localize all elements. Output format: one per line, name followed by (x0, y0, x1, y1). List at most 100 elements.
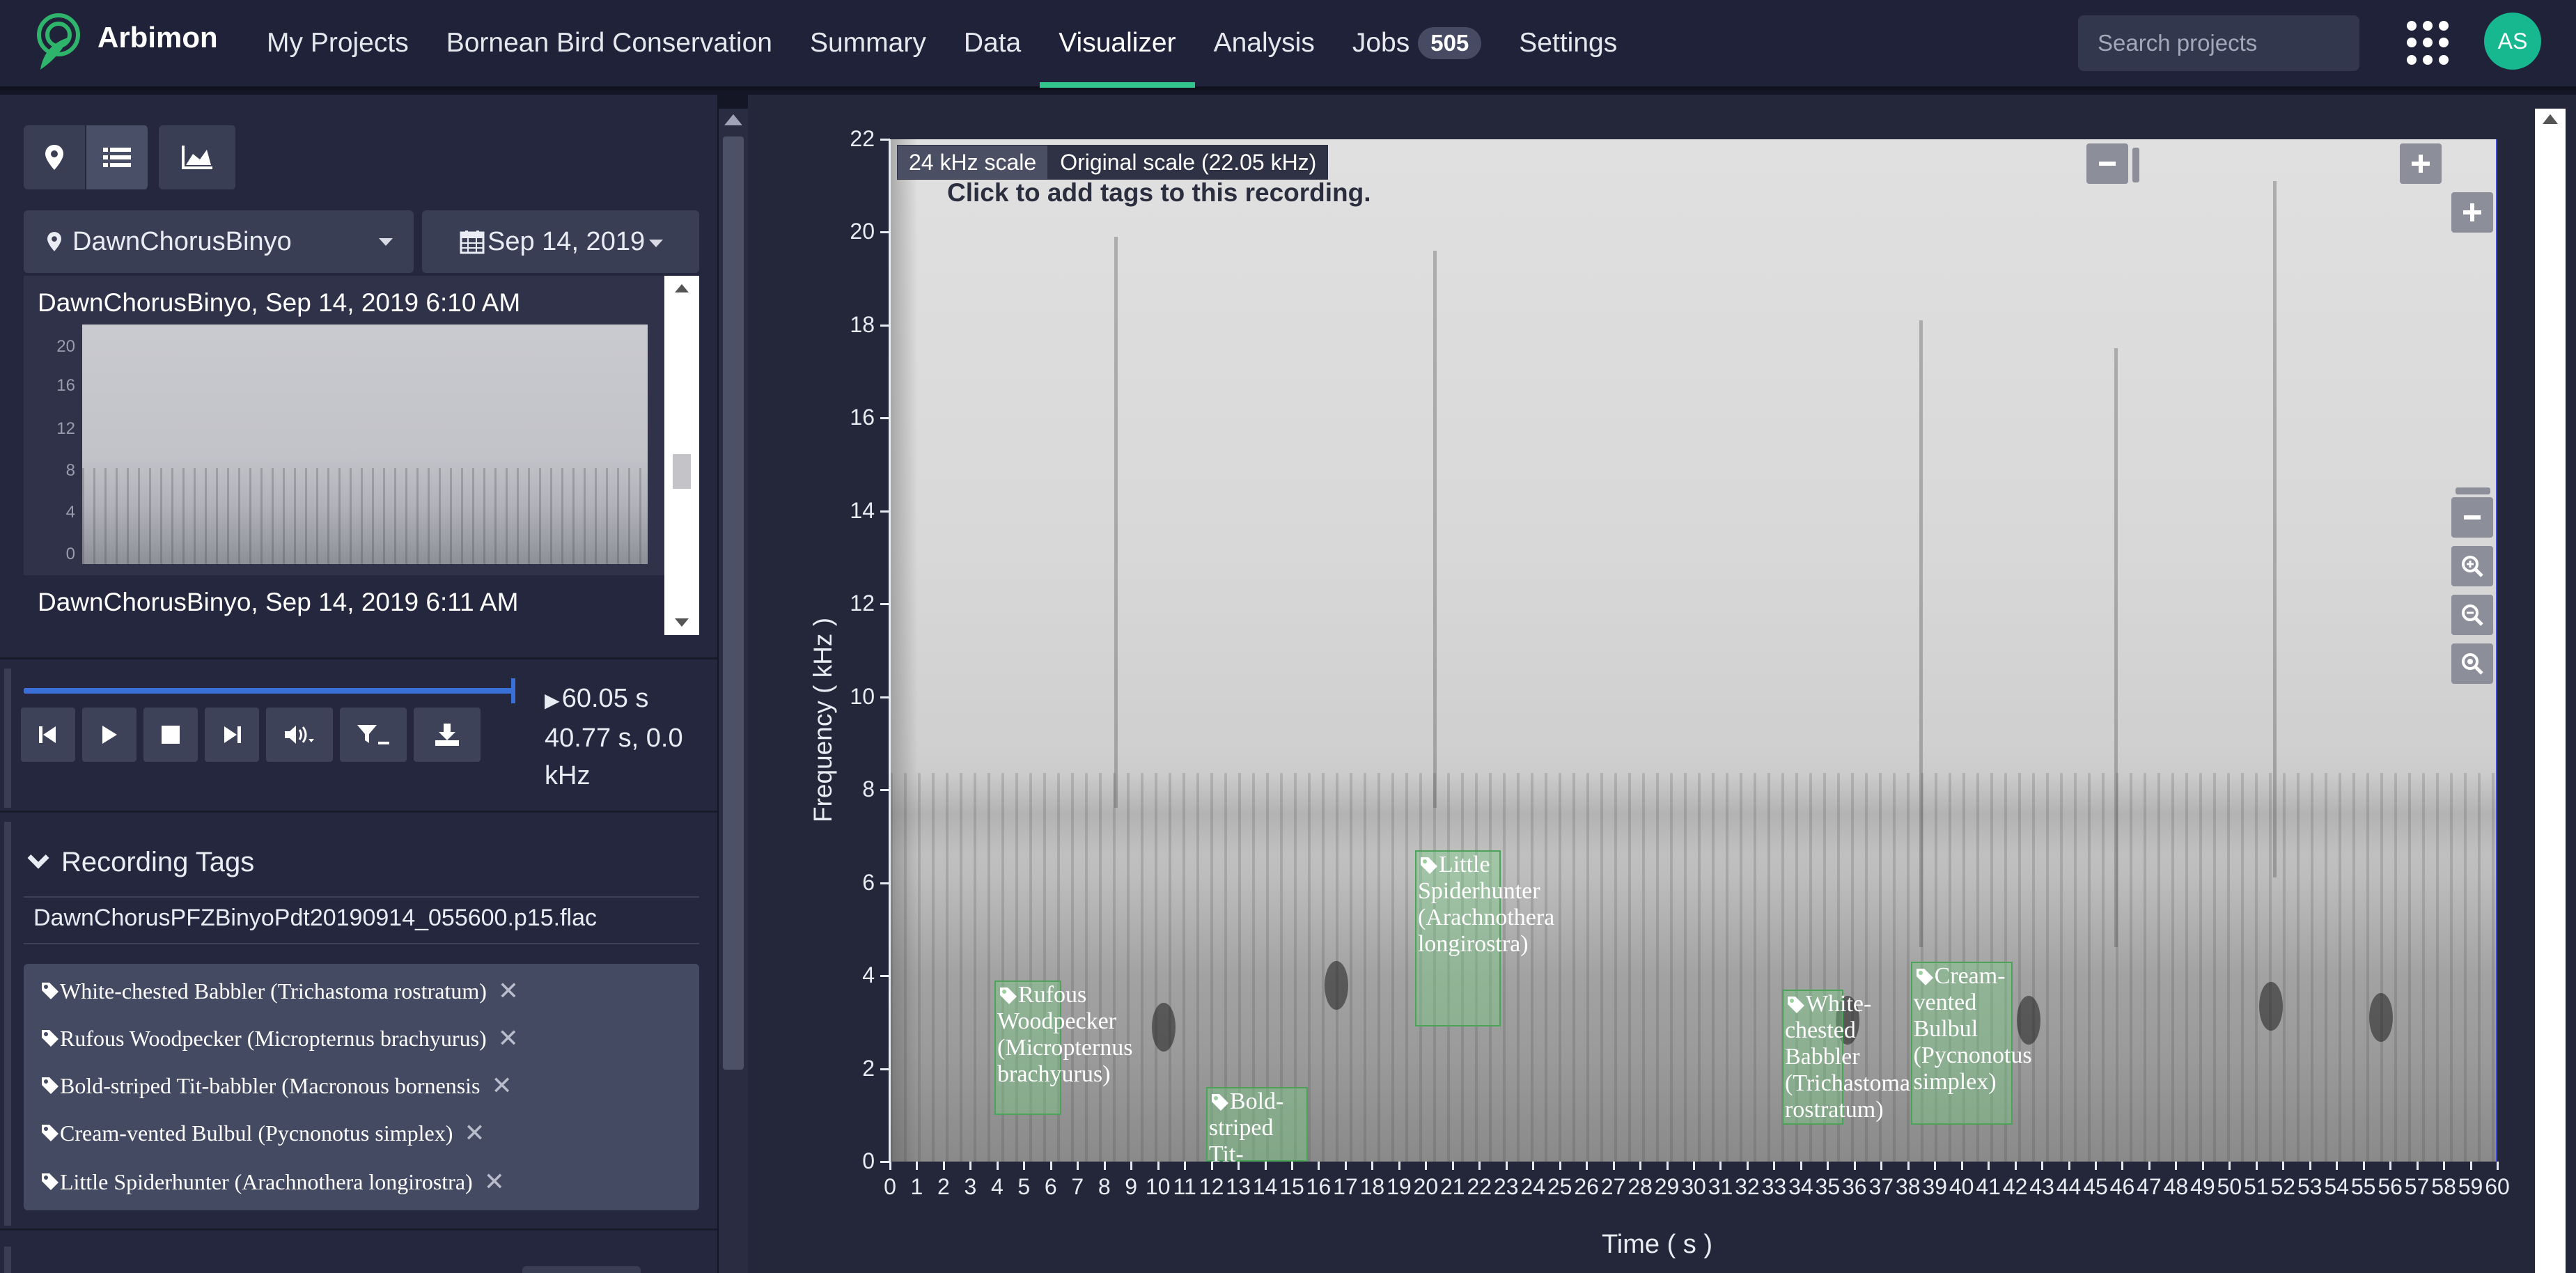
stop-icon (162, 726, 180, 744)
x-axis-tick-label: 58 (2431, 1174, 2456, 1199)
chart-view-button[interactable] (159, 125, 237, 189)
x-axis-tick-label: 54 (2324, 1174, 2349, 1199)
tag-annotation-box[interactable]: Cream- vented Bulbul (Pycnonotus simplex… (1910, 962, 2032, 1125)
zoom-out-y-button[interactable] (2451, 497, 2493, 538)
filter-button[interactable] (340, 708, 407, 762)
x-axis-tick (2469, 1162, 2472, 1170)
thumb-tick-label: 0 (65, 545, 75, 563)
brand-name[interactable]: Arbimon (97, 21, 218, 54)
tag-item[interactable]: Little Spiderhunter (Arachnothera longir… (40, 1167, 505, 1196)
nav-data[interactable]: Data (945, 0, 1040, 86)
zoom-x-slider-handle[interactable] (2132, 148, 2139, 182)
nav-visualizer[interactable]: Visualizer (1040, 0, 1195, 88)
sidebar-scrollbar[interactable] (719, 109, 748, 1273)
site-select[interactable]: DawnChorusBinyo (24, 210, 414, 273)
tag-item[interactable]: Cream-vented Bulbul (Pycnonotus simplex)… (40, 1118, 485, 1148)
search-projects-input[interactable] (2078, 15, 2359, 71)
collapsed-panel-button[interactable] (522, 1266, 641, 1273)
stop-button[interactable] (143, 708, 198, 762)
visualizer-scrollbar[interactable] (2535, 109, 2566, 1273)
x-axis-tick-label: 55 (2350, 1174, 2376, 1199)
y-axis-tick-label: 22 (850, 126, 875, 151)
skip-back-icon (39, 726, 56, 743)
x-axis-tick-label: 39 (1922, 1174, 1947, 1199)
nav-settings[interactable]: Settings (1500, 0, 1636, 86)
nav-my-projects[interactable]: My Projects (248, 0, 428, 86)
nav-jobs[interactable]: Jobs 505 (1334, 0, 1500, 86)
date-select[interactable]: Sep 14, 2019 (422, 210, 699, 273)
recording-list-scrollbar[interactable] (664, 276, 699, 635)
tag-item[interactable]: White-chested Babbler (Trichastoma rostr… (40, 976, 519, 1006)
x-axis-tick-label: 25 (1547, 1174, 1572, 1199)
tag-icon (42, 1030, 58, 1047)
apps-grid-icon[interactable] (2407, 21, 2451, 65)
zoom-out-button[interactable] (2451, 595, 2493, 635)
scale-original-button[interactable]: Original scale (22.05 kHz) (1048, 145, 1329, 180)
list-view-button[interactable] (86, 125, 149, 189)
recording-tags-toggle[interactable]: Recording Tags (24, 846, 254, 878)
x-axis-tick (2282, 1162, 2285, 1170)
nav-analysis[interactable]: Analysis (1195, 0, 1334, 86)
x-axis-tick (2336, 1162, 2339, 1170)
panel-handle[interactable] (4, 669, 11, 808)
x-axis-tick-label: 32 (1735, 1174, 1760, 1199)
download-button[interactable] (414, 708, 481, 762)
x-axis-tick (2068, 1162, 2070, 1170)
recording-item[interactable]: DawnChorusBinyo, Sep 14, 2019 6:10 AM 20… (24, 276, 664, 575)
zoom-y-slider-handle[interactable] (2456, 487, 2490, 494)
remove-tag-icon[interactable]: ✕ (498, 976, 519, 1006)
x-axis-tick (1451, 1162, 1454, 1170)
tag-annotation-box[interactable]: White- chested Babbler (Trichastoma rost… (1781, 990, 1910, 1125)
panel-handle[interactable] (4, 822, 11, 1226)
caret-down-icon (379, 238, 393, 246)
x-axis-tick (1800, 1162, 1802, 1170)
recording-spectrogram-thumbnail[interactable] (82, 325, 648, 564)
zoom-in-x-button[interactable] (2400, 143, 2442, 184)
minus-icon (2464, 515, 2481, 520)
nav-summary[interactable]: Summary (791, 0, 945, 86)
arbimon-logo-icon[interactable] (33, 10, 84, 72)
zoom-reset-button[interactable] (2451, 643, 2493, 684)
remove-tag-icon[interactable]: ✕ (492, 1071, 513, 1100)
skip-forward-button[interactable] (205, 708, 259, 762)
map-view-button[interactable] (24, 125, 86, 189)
user-avatar[interactable]: AS (2484, 13, 2541, 70)
nav-project[interactable]: Bornean Bird Conservation (428, 0, 791, 86)
x-axis-tick-label: 56 (2378, 1174, 2403, 1199)
x-axis-tick-label: 15 (1279, 1174, 1304, 1199)
x-axis-tick-label: 16 (1306, 1174, 1332, 1199)
tag-item[interactable]: Rufous Woodpecker (Micropternus brachyur… (40, 1024, 519, 1053)
tag-annotation-box[interactable]: Bold- striped Tit- babbler (1205, 1087, 1309, 1162)
zoom-in-button[interactable] (2451, 546, 2493, 586)
zoom-out-icon (2462, 604, 2483, 626)
tag-item[interactable]: Bold-striped Tit-babbler (Macronous born… (40, 1071, 513, 1100)
playback-progress-handle[interactable] (511, 678, 515, 703)
x-axis-tick (1907, 1162, 1910, 1170)
x-axis-tick (1077, 1162, 1079, 1170)
chevron-down-icon (27, 846, 49, 869)
view-mode-buttons (24, 125, 237, 189)
tag-icon (42, 1077, 58, 1094)
skip-back-button[interactable] (21, 708, 75, 762)
x-axis-tick (1318, 1162, 1320, 1170)
scale-24khz-button[interactable]: 24 kHz scale (897, 145, 1049, 180)
tag-icon (42, 1125, 58, 1141)
tag-annotation-box[interactable]: Rufous Woodpecker (Micropternus brachyur… (994, 980, 1133, 1116)
remove-tag-icon[interactable]: ✕ (498, 1024, 519, 1053)
play-small-icon: ▶ (545, 689, 560, 711)
recording-item[interactable]: DawnChorusBinyo, Sep 14, 2019 6:11 AM (24, 575, 664, 635)
zoom-in-y-button[interactable] (2451, 192, 2493, 233)
x-axis-tick (2121, 1162, 2124, 1170)
panel-handle[interactable] (4, 1247, 11, 1273)
remove-tag-icon[interactable]: ✕ (484, 1167, 505, 1196)
spectrogram-texture (1919, 320, 1923, 947)
x-axis-tick (1746, 1162, 1749, 1170)
zoom-out-x-button[interactable] (2086, 143, 2128, 184)
playback-progress-bar[interactable] (24, 678, 515, 703)
remove-tag-icon[interactable]: ✕ (464, 1118, 485, 1148)
volume-button[interactable] (266, 708, 333, 762)
tag-annotation-box[interactable]: Little Spiderhunter (Arachnothera longir… (1414, 850, 1554, 1027)
spectrogram[interactable]: Rufous Woodpecker (Micropternus brachyur… (890, 139, 2497, 1162)
y-axis-tick-label: 10 (850, 683, 875, 709)
play-button[interactable] (82, 708, 136, 762)
